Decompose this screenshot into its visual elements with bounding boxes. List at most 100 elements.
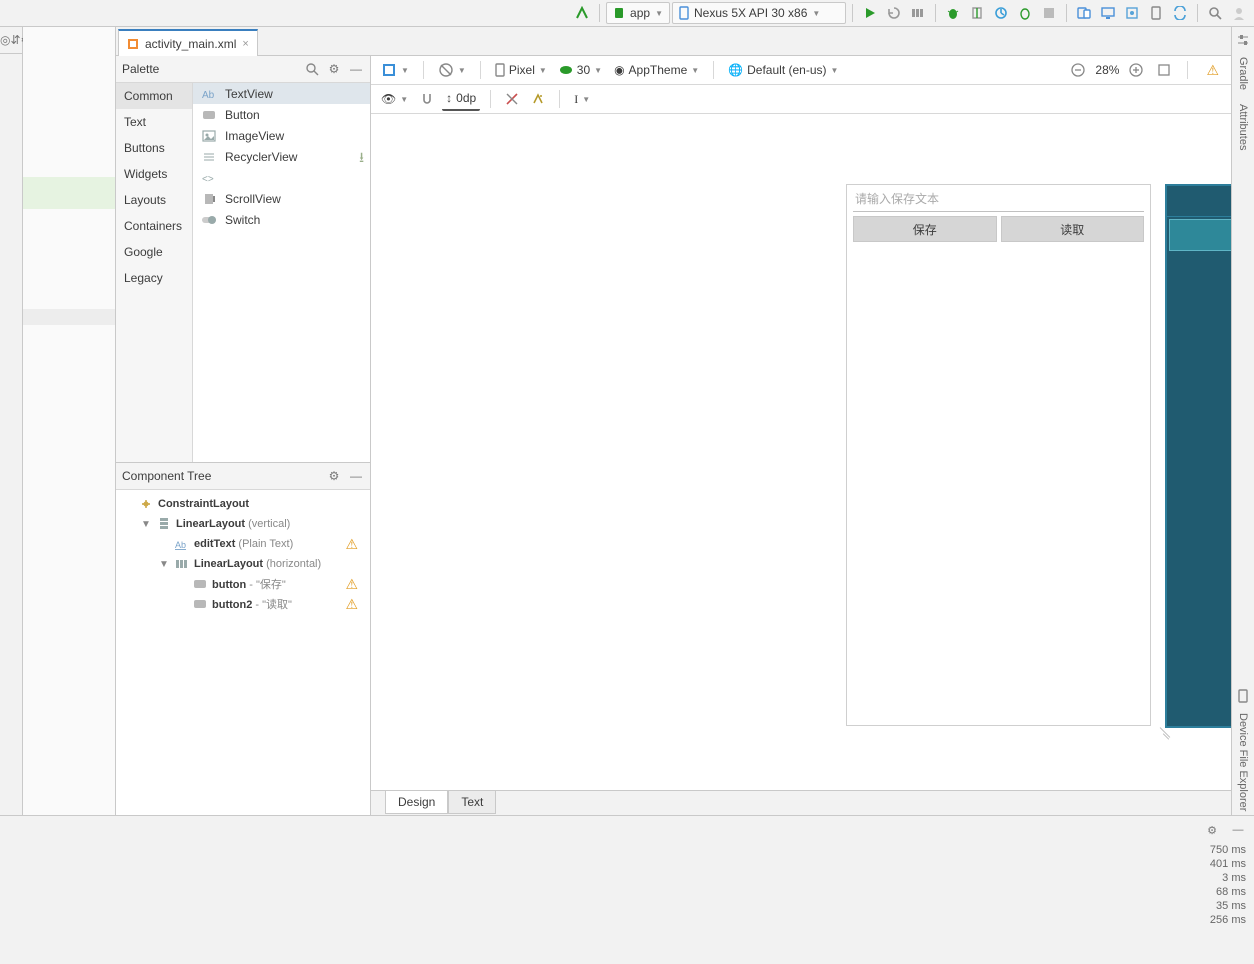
tab-design[interactable]: Design — [385, 791, 448, 814]
device-combo[interactable]: Nexus 5X API 30 x86 ▼ — [672, 2, 846, 24]
palette-category-widgets[interactable]: Widgets — [116, 161, 192, 187]
tree-row-button[interactable]: button - "保存"⚠ — [116, 574, 370, 594]
debug-icon[interactable] — [942, 2, 964, 24]
file-tab-activity-main[interactable]: activity_main.xml × — [118, 29, 258, 56]
blueprint-button-save[interactable]: 保存 — [1169, 219, 1231, 251]
build-time-entry: 3 ms — [1186, 872, 1246, 884]
tree-row-button2[interactable]: button2 - "读取"⚠ — [116, 594, 370, 614]
sdk-manager-icon[interactable] — [1097, 2, 1119, 24]
download-icon[interactable]: ⭳ — [359, 147, 364, 171]
tree-row-linearlayout[interactable]: ▼LinearLayout (vertical) — [116, 514, 370, 534]
locale-picker[interactable]: 🌐Default (en-us)▼ — [724, 59, 842, 81]
tree-row-edittext[interactable]: AbeditText (Plain Text)⚠ — [116, 534, 370, 554]
rail-device-explorer[interactable]: Device File Explorer — [1237, 709, 1249, 815]
rail-gradle[interactable]: Gradle — [1237, 53, 1249, 94]
user-icon[interactable] — [1228, 2, 1250, 24]
zoom-in-icon[interactable] — [1125, 59, 1147, 81]
design-canvas[interactable]: ↖ 请输入保存文本 保存 读取 — [371, 114, 1231, 790]
target-icon[interactable]: ◎ — [0, 32, 10, 48]
palette-category-legacy[interactable]: Legacy — [116, 265, 192, 291]
linear-v-icon — [156, 516, 172, 532]
palette-item-scrollview[interactable]: ScrollView — [193, 188, 370, 209]
warning-icon: ⚠ — [345, 576, 358, 593]
build-time-entry: 68 ms — [1186, 886, 1246, 898]
stop-icon[interactable] — [1038, 2, 1060, 24]
tree-hide-icon[interactable]: — — [348, 468, 364, 484]
zoom-label: 28% — [1095, 63, 1119, 77]
palette-category-buttons[interactable]: Buttons — [116, 135, 192, 161]
apply-code-icon[interactable] — [907, 2, 929, 24]
surface-mode-icon[interactable]: ▼ — [377, 59, 413, 81]
zoom-fit-icon[interactable] — [1153, 59, 1175, 81]
tree-row-linearlayout[interactable]: ▼LinearLayout (horizontal) — [116, 554, 370, 574]
palette-category-common[interactable]: Common — [116, 83, 192, 109]
orientation-icon[interactable]: ▼ — [434, 59, 470, 81]
palette-item-textview[interactable]: AbTextView — [193, 83, 370, 104]
infer-constraints-icon[interactable] — [527, 88, 549, 110]
tree-row-constraintlayout[interactable]: ConstraintLayout — [116, 494, 370, 514]
design-toolbar-lower: 👁▼ ↕0dp I▼ — [371, 84, 1231, 113]
design-preview-device[interactable]: 请输入保存文本 保存 读取 — [846, 184, 1151, 726]
warning-icon[interactable]: ⚠ — [1206, 62, 1219, 79]
attach-debugger-icon[interactable] — [1014, 2, 1036, 24]
status-hide-icon[interactable]: — — [1230, 822, 1246, 838]
sync-icon[interactable] — [1169, 2, 1191, 24]
design-text-tabs: Design Text — [371, 790, 1231, 815]
palette-category-text[interactable]: Text — [116, 109, 192, 135]
apply-changes-icon[interactable] — [883, 2, 905, 24]
clear-constraints-icon[interactable] — [501, 88, 523, 110]
run-config-combo[interactable]: app ▼ — [606, 2, 670, 24]
palette-item-switch[interactable]: Switch — [193, 209, 370, 230]
rail-attributes[interactable]: Attributes — [1237, 100, 1249, 154]
component-tree-header: Component Tree ⚙ — — [116, 463, 370, 490]
attributes-sliders-icon[interactable] — [1236, 33, 1250, 47]
palette-hide-icon[interactable]: — — [348, 61, 364, 77]
palette-category-google[interactable]: Google — [116, 239, 192, 265]
device-combo-label: Nexus 5X API 30 x86 — [694, 6, 807, 20]
profile-icon[interactable] — [990, 2, 1012, 24]
palette-category-containers[interactable]: Containers — [116, 213, 192, 239]
layout-inspector-icon[interactable] — [1145, 2, 1167, 24]
edit-icon: Ab — [174, 536, 190, 552]
palette-header: Palette ⚙ — — [116, 56, 370, 83]
search-icon[interactable] — [1204, 2, 1226, 24]
status-gear-icon[interactable]: ⚙ — [1204, 822, 1220, 838]
make-project-icon[interactable] — [571, 2, 593, 24]
warning-icon: ⚠ — [345, 536, 358, 553]
palette-gear-icon[interactable]: ⚙ — [326, 61, 342, 77]
view-options-icon[interactable]: 👁▼ — [377, 88, 412, 110]
preview-edittext[interactable]: 请输入保存文本 — [853, 185, 1144, 212]
blueprint-edittext[interactable]: editText — [1167, 186, 1231, 217]
palette-item-imageview[interactable]: ImageView — [193, 125, 370, 146]
device-picker[interactable]: Pixel▼ — [491, 59, 551, 81]
palette-item-button[interactable]: Button — [193, 104, 370, 125]
preview-button-save[interactable]: 保存 — [853, 216, 997, 242]
palette-search-icon[interactable] — [304, 61, 320, 77]
default-margin[interactable]: ↕0dp — [442, 87, 480, 111]
palette-title: Palette — [122, 62, 298, 76]
palette-item-fragment[interactable]: <> — [193, 167, 370, 188]
tab-text[interactable]: Text — [448, 791, 496, 814]
coverage-icon[interactable] — [966, 2, 988, 24]
api-picker[interactable]: 30▼ — [555, 59, 606, 81]
theme-picker[interactable]: ◉AppTheme▼ — [610, 59, 703, 81]
guidelines-icon[interactable]: I▼ — [570, 88, 594, 110]
blueprint-preview-device[interactable]: editText 保存 读取 — [1165, 184, 1231, 728]
preview-button-read[interactable]: 读取 — [1001, 216, 1145, 242]
palette-category-layouts[interactable]: Layouts — [116, 187, 192, 213]
palette-items: ⭳ AbTextViewButtonImageViewRecyclerView<… — [193, 83, 370, 462]
device-explorer-icon[interactable] — [1237, 689, 1249, 703]
textview-icon: Ab — [201, 86, 217, 102]
resize-handle-icon[interactable] — [1158, 726, 1172, 740]
avd-manager-icon[interactable] — [1073, 2, 1095, 24]
palette-item-recyclerview[interactable]: RecyclerView — [193, 146, 370, 167]
magnet-icon[interactable] — [416, 88, 438, 110]
collapse-icon[interactable]: ⇵ — [10, 32, 20, 48]
resource-manager-icon[interactable] — [1121, 2, 1143, 24]
close-tab-icon[interactable]: × — [242, 38, 248, 50]
run-icon[interactable] — [859, 2, 881, 24]
design-toolbar-top: ▼ ▼ Pixel▼ — [371, 56, 1231, 84]
tree-gear-icon[interactable]: ⚙ — [326, 468, 342, 484]
list-icon — [201, 149, 217, 165]
zoom-out-icon[interactable] — [1067, 59, 1089, 81]
